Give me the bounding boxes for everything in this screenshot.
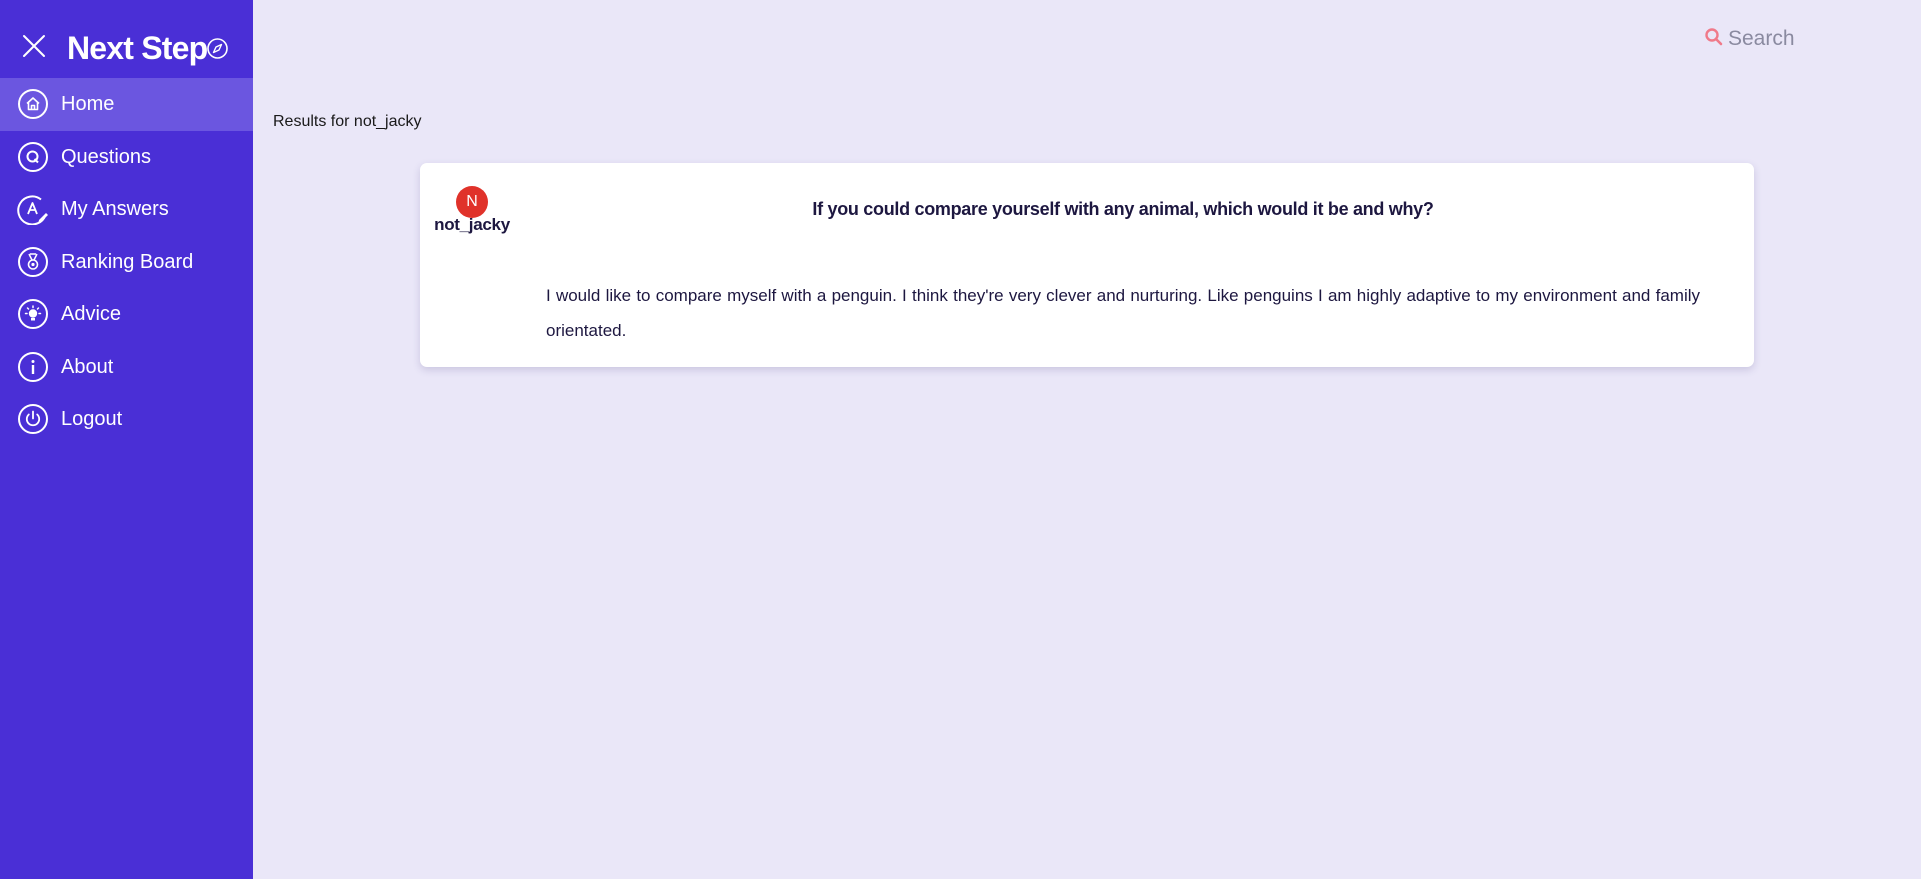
sidebar-item-label: Home [61,93,115,115]
answer-text: I would like to compare myself with a pe… [546,286,1700,340]
sidebar-item-questions[interactable]: Questions [0,131,253,184]
sidebar-header: Next Step [0,0,253,78]
sidebar-item-label: Questions [61,145,152,168]
question-q-icon [17,141,49,173]
search-icon [1704,27,1724,47]
sidebar-item-ranking-board[interactable]: Ranking Board [0,236,253,289]
info-icon [17,351,49,383]
sidebar-item-label: Logout [61,408,123,430]
app-title: Next Step [67,30,208,66]
close-button[interactable] [21,33,47,59]
sidebar-item-advice[interactable]: Advice [0,288,253,341]
sidebar-item-label: My Answers [61,198,169,220]
sidebar-item-label: Advice [61,303,122,325]
sidebar-item-logout[interactable]: Logout [0,393,253,446]
sidebar-item-my-answers[interactable]: My Answers [0,183,253,236]
compass-icon [207,38,228,59]
close-icon [23,35,45,57]
question-title[interactable]: If you could compare yourself with any a… [546,197,1700,221]
lightbulb-icon [17,298,49,330]
sidebar-item-label: About [61,355,114,378]
home-icon [17,88,49,120]
power-icon [17,403,49,435]
brand-icon-wrap [206,37,229,60]
sidebar-item-label: Ranking Board [61,250,194,273]
result-card[interactable]: N not_jacky If you could compare yoursel… [420,163,1754,367]
sidebar-item-about[interactable]: About [0,341,253,394]
username-link[interactable]: not_jacky [420,214,524,236]
search-placeholder: Search [1728,27,1795,50]
results-heading: Results for not_jacky [273,113,422,130]
sidebar-nav: Home Questions My Answers Ranking Board … [0,78,253,446]
search-input[interactable]: Search [1700,24,1820,54]
sidebar: Next Step Home Questions My Answers Rank… [0,0,253,879]
answer-edit-icon [17,193,49,226]
sidebar-item-home[interactable]: Home [0,78,253,131]
medal-icon [17,246,49,278]
